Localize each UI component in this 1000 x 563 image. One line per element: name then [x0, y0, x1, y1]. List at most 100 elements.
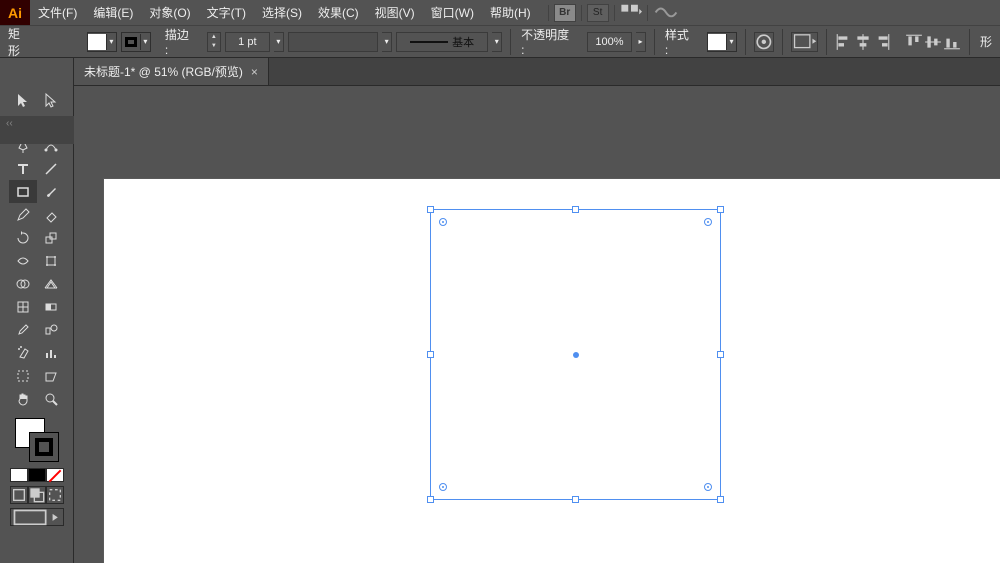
- menu-edit[interactable]: 编辑(E): [85, 0, 141, 25]
- blend-tool-icon: [43, 322, 59, 338]
- draw-behind-button[interactable]: [28, 486, 46, 504]
- direct-selection-tool-icon: [43, 92, 59, 108]
- align-left-button[interactable]: [835, 33, 853, 51]
- stroke-swatch-large[interactable]: [29, 432, 59, 462]
- panel-collapse-handle[interactable]: ‹‹: [0, 116, 74, 144]
- center-point[interactable]: [573, 352, 579, 358]
- artboard-tool[interactable]: [9, 364, 37, 387]
- align-vcenter-button[interactable]: [924, 33, 942, 51]
- fill-swatch[interactable]: ▾: [87, 32, 117, 52]
- variable-width-profile[interactable]: [288, 32, 378, 52]
- free-transform-tool[interactable]: [37, 249, 65, 272]
- draw-normal-button[interactable]: [10, 486, 28, 504]
- artboard[interactable]: [104, 179, 1000, 563]
- shape-name-label: 矩形: [6, 25, 40, 59]
- corner-widget-tl[interactable]: [439, 218, 447, 226]
- stroke-weight-input[interactable]: 1 pt: [225, 32, 270, 52]
- more-options-label[interactable]: 形: [978, 33, 994, 50]
- handle-top-left[interactable]: [427, 206, 434, 213]
- rotate-tool[interactable]: [9, 226, 37, 249]
- document-tab-title: 未标题-1* @ 51% (RGB/预览): [84, 63, 243, 80]
- draw-inside-button[interactable]: [46, 486, 64, 504]
- stroke-swatch[interactable]: ▾: [121, 32, 151, 52]
- handle-bottom-left[interactable]: [427, 496, 434, 503]
- menu-view[interactable]: 视图(V): [367, 0, 423, 25]
- menu-separator: [614, 5, 615, 21]
- selection-tool[interactable]: [9, 88, 37, 111]
- line-tool[interactable]: [37, 157, 65, 180]
- align-right-button[interactable]: [873, 33, 891, 51]
- width-tool[interactable]: [9, 249, 37, 272]
- screen-mode-row: [10, 508, 64, 526]
- menu-select[interactable]: 选择(S): [254, 0, 310, 25]
- handle-top-right[interactable]: [717, 206, 724, 213]
- zoom-tool[interactable]: [37, 387, 65, 410]
- stroke-weight-stepper[interactable]: ▲▼: [207, 32, 221, 52]
- gradient-mode-button[interactable]: [28, 468, 46, 482]
- align-bottom-button[interactable]: [943, 33, 961, 51]
- mesh-tool[interactable]: [9, 295, 37, 318]
- handle-bottom-right[interactable]: [717, 496, 724, 503]
- direct-selection-tool[interactable]: [37, 88, 65, 111]
- rectangle-tool[interactable]: [9, 180, 37, 203]
- menu-effect[interactable]: 效果(C): [310, 0, 367, 25]
- brush-definition[interactable]: 基本: [396, 32, 488, 52]
- opacity-input[interactable]: 100%: [587, 32, 632, 52]
- slice-tool[interactable]: [37, 364, 65, 387]
- document-tab[interactable]: 未标题-1* @ 51% (RGB/预览) ×: [74, 58, 269, 85]
- type-tool[interactable]: [9, 157, 37, 180]
- none-mode-button[interactable]: [46, 468, 64, 482]
- graphic-style-swatch[interactable]: ▾: [707, 32, 737, 52]
- document-tab-bar: 未标题-1* @ 51% (RGB/预览) ×: [74, 58, 1000, 86]
- menu-type[interactable]: 文字(T): [199, 0, 254, 25]
- align-hcenter-button[interactable]: [854, 33, 872, 51]
- bridge-button[interactable]: Br: [554, 4, 576, 22]
- shape-builder-tool[interactable]: [9, 272, 37, 295]
- symbol-sprayer-tool[interactable]: [9, 341, 37, 364]
- separator: [782, 29, 783, 55]
- pencil-tool[interactable]: [9, 203, 37, 226]
- hand-tool[interactable]: [9, 387, 37, 410]
- align-horizontal-group: [835, 33, 891, 51]
- handle-top-center[interactable]: [572, 206, 579, 213]
- corner-widget-br[interactable]: [704, 483, 712, 491]
- eraser-tool[interactable]: [37, 203, 65, 226]
- separator: [969, 29, 970, 55]
- handle-mid-left[interactable]: [427, 351, 434, 358]
- paintbrush-tool[interactable]: [37, 180, 65, 203]
- fill-stroke-control[interactable]: [15, 418, 59, 462]
- menu-object[interactable]: 对象(O): [141, 0, 198, 25]
- handle-bottom-center[interactable]: [572, 496, 579, 503]
- align-top-button[interactable]: [905, 33, 923, 51]
- blend-tool[interactable]: [37, 318, 65, 341]
- align-to-button[interactable]: [791, 32, 819, 52]
- recolor-artwork-button[interactable]: [754, 32, 774, 52]
- eyedropper-tool[interactable]: [9, 318, 37, 341]
- chevron-down-icon[interactable]: ▾: [382, 32, 392, 52]
- options-bar: 矩形 ▾ ▾ 描边 : ▲▼ 1 pt ▾ ▾ 基本 ▾ 不透明度 : 100%…: [0, 25, 1000, 58]
- color-mode-button[interactable]: [10, 468, 28, 482]
- type-tool-icon: [15, 161, 31, 177]
- stock-button[interactable]: St: [587, 4, 609, 22]
- style-swatch-box: [708, 34, 726, 50]
- scale-tool[interactable]: [37, 226, 65, 249]
- selection-tool-icon: [15, 92, 31, 108]
- close-icon[interactable]: ×: [251, 65, 258, 79]
- menu-window[interactable]: 窗口(W): [423, 0, 482, 25]
- menu-file[interactable]: 文件(F): [30, 0, 85, 25]
- corner-widget-bl[interactable]: [439, 483, 447, 491]
- canvas-area[interactable]: 未标题-1* @ 51% (RGB/预览) ×: [74, 58, 1000, 563]
- menu-help[interactable]: 帮助(H): [482, 0, 539, 25]
- gradient-tool[interactable]: [37, 295, 65, 318]
- chevron-down-icon[interactable]: ▾: [492, 32, 502, 52]
- gpu-preview-button[interactable]: [653, 4, 679, 22]
- chevron-down-icon[interactable]: ▸: [636, 32, 646, 52]
- screen-mode-button[interactable]: [10, 508, 64, 526]
- column-graph-tool[interactable]: [37, 341, 65, 364]
- handle-mid-right[interactable]: [717, 351, 724, 358]
- chevron-down-icon[interactable]: ▾: [274, 32, 284, 52]
- selection-bounding-box[interactable]: [430, 209, 721, 500]
- corner-widget-tr[interactable]: [704, 218, 712, 226]
- arrange-docs-button[interactable]: [620, 4, 642, 22]
- perspective-grid-tool[interactable]: [37, 272, 65, 295]
